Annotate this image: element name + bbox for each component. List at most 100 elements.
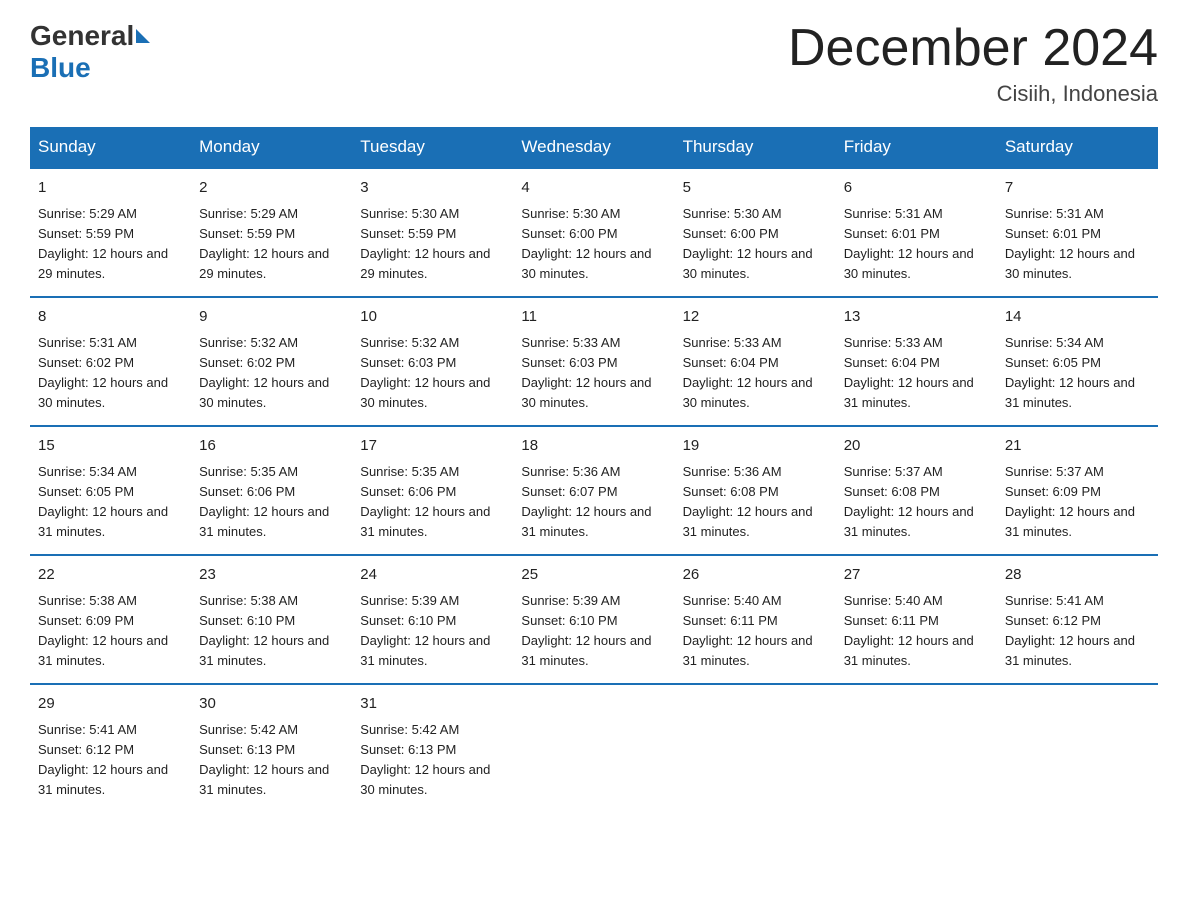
calendar-cell: 2Sunrise: 5:29 AMSunset: 5:59 PMDaylight… — [191, 168, 352, 297]
day-number: 7 — [1005, 177, 1150, 200]
calendar-cell: 21Sunrise: 5:37 AMSunset: 6:09 PMDayligh… — [997, 426, 1158, 555]
logo-general-text: General — [30, 20, 134, 52]
day-info: Sunrise: 5:38 AMSunset: 6:09 PMDaylight:… — [38, 591, 183, 672]
day-info: Sunrise: 5:36 AMSunset: 6:08 PMDaylight:… — [683, 462, 828, 543]
calendar-cell: 23 Sunrise: 5:38 AMSunset: 6:10 PMDayligh… — [191, 555, 352, 684]
day-info: Sunrise: 5:34 AMSunset: 6:05 PMDaylight:… — [1005, 333, 1150, 414]
calendar-cell: 25Sunrise: 5:39 AMSunset: 6:10 PMDayligh… — [513, 555, 674, 684]
calendar-cell: 30 Sunrise: 5:42 AMSunset: 6:13 PMDayligh… — [191, 684, 352, 812]
calendar-week-row: 29 Sunrise: 5:41 AMSunset: 6:12 PMDayligh… — [30, 684, 1158, 812]
calendar-cell — [836, 684, 997, 812]
day-info: Sunrise: 5:41 AMSunset: 6:12 PMDaylight:… — [38, 720, 183, 801]
calendar-cell — [997, 684, 1158, 812]
day-number: 18 — [521, 435, 666, 458]
day-number: 4 — [521, 177, 666, 200]
calendar-cell: 6Sunrise: 5:31 AMSunset: 6:01 PMDaylight… — [836, 168, 997, 297]
day-info: Sunrise: 5:29 AMSunset: 5:59 PMDaylight:… — [38, 204, 183, 285]
day-number: 19 — [683, 435, 828, 458]
calendar-cell: 31 Sunrise: 5:42 AMSunset: 6:13 PMDayligh… — [352, 684, 513, 812]
day-number: 22 — [38, 564, 183, 587]
day-info: Sunrise: 5:31 AMSunset: 6:01 PMDaylight:… — [1005, 204, 1150, 285]
day-info: Sunrise: 5:37 AMSunset: 6:09 PMDaylight:… — [1005, 462, 1150, 543]
page-header: General Blue December 2024 Cisiih, Indon… — [30, 20, 1158, 107]
calendar-cell: 22 Sunrise: 5:38 AMSunset: 6:09 PMDayligh… — [30, 555, 191, 684]
day-info: Sunrise: 5:38 AMSunset: 6:10 PMDaylight:… — [199, 591, 344, 672]
logo: General Blue — [30, 20, 152, 84]
day-info: Sunrise: 5:32 AMSunset: 6:03 PMDaylight:… — [360, 333, 505, 414]
calendar-cell: 20Sunrise: 5:37 AMSunset: 6:08 PMDayligh… — [836, 426, 997, 555]
calendar-cell: 29 Sunrise: 5:41 AMSunset: 6:12 PMDayligh… — [30, 684, 191, 812]
calendar-cell: 10 Sunrise: 5:32 AMSunset: 6:03 PMDayligh… — [352, 297, 513, 426]
header-monday: Monday — [191, 127, 352, 168]
header-sunday: Sunday — [30, 127, 191, 168]
day-info: Sunrise: 5:31 AMSunset: 6:01 PMDaylight:… — [844, 204, 989, 285]
calendar-week-row: 8 Sunrise: 5:31 AMSunset: 6:02 PMDaylight… — [30, 297, 1158, 426]
header-thursday: Thursday — [675, 127, 836, 168]
calendar-week-row: 1 Sunrise: 5:29 AMSunset: 5:59 PMDaylight… — [30, 168, 1158, 297]
header-wednesday: Wednesday — [513, 127, 674, 168]
day-info: Sunrise: 5:29 AMSunset: 5:59 PMDaylight:… — [199, 204, 344, 285]
day-number: 24 — [360, 564, 505, 587]
calendar-week-row: 15 Sunrise: 5:34 AMSunset: 6:05 PMDayligh… — [30, 426, 1158, 555]
day-info: Sunrise: 5:30 AMSunset: 5:59 PMDaylight:… — [360, 204, 505, 285]
day-info: Sunrise: 5:32 AMSunset: 6:02 PMDaylight:… — [199, 333, 344, 414]
calendar-cell: 4 Sunrise: 5:30 AMSunset: 6:00 PMDaylight… — [513, 168, 674, 297]
calendar-cell: 16 Sunrise: 5:35 AMSunset: 6:06 PMDayligh… — [191, 426, 352, 555]
day-info: Sunrise: 5:34 AMSunset: 6:05 PMDaylight:… — [38, 462, 183, 543]
logo-arrow-icon — [136, 29, 150, 43]
calendar-header-row: SundayMondayTuesdayWednesdayThursdayFrid… — [30, 127, 1158, 168]
header-tuesday: Tuesday — [352, 127, 513, 168]
calendar-cell: 1 Sunrise: 5:29 AMSunset: 5:59 PMDaylight… — [30, 168, 191, 297]
day-number: 8 — [38, 306, 183, 329]
day-info: Sunrise: 5:33 AMSunset: 6:04 PMDaylight:… — [683, 333, 828, 414]
day-info: Sunrise: 5:36 AMSunset: 6:07 PMDaylight:… — [521, 462, 666, 543]
day-info: Sunrise: 5:30 AMSunset: 6:00 PMDaylight:… — [683, 204, 828, 285]
calendar-cell: 14 Sunrise: 5:34 AMSunset: 6:05 PMDayligh… — [997, 297, 1158, 426]
day-number: 14 — [1005, 306, 1150, 329]
month-title: December 2024 — [788, 20, 1158, 77]
day-info: Sunrise: 5:39 AMSunset: 6:10 PMDaylight:… — [360, 591, 505, 672]
day-info: Sunrise: 5:39 AMSunset: 6:10 PMDaylight:… — [521, 591, 666, 672]
day-number: 29 — [38, 693, 183, 716]
day-info: Sunrise: 5:41 AMSunset: 6:12 PMDaylight:… — [1005, 591, 1150, 672]
day-info: Sunrise: 5:40 AMSunset: 6:11 PMDaylight:… — [844, 591, 989, 672]
day-number: 13 — [844, 306, 989, 329]
day-number: 17 — [360, 435, 505, 458]
location-label: Cisiih, Indonesia — [788, 81, 1158, 107]
day-number: 10 — [360, 306, 505, 329]
day-number: 1 — [38, 177, 183, 200]
calendar-cell: 5Sunrise: 5:30 AMSunset: 6:00 PMDaylight… — [675, 168, 836, 297]
calendar-cell: 24 Sunrise: 5:39 AMSunset: 6:10 PMDayligh… — [352, 555, 513, 684]
calendar-cell: 13Sunrise: 5:33 AMSunset: 6:04 PMDayligh… — [836, 297, 997, 426]
header-friday: Friday — [836, 127, 997, 168]
day-info: Sunrise: 5:37 AMSunset: 6:08 PMDaylight:… — [844, 462, 989, 543]
day-number: 23 — [199, 564, 344, 587]
calendar-cell: 8 Sunrise: 5:31 AMSunset: 6:02 PMDaylight… — [30, 297, 191, 426]
day-info: Sunrise: 5:42 AMSunset: 6:13 PMDaylight:… — [199, 720, 344, 801]
day-number: 30 — [199, 693, 344, 716]
day-number: 15 — [38, 435, 183, 458]
day-info: Sunrise: 5:42 AMSunset: 6:13 PMDaylight:… — [360, 720, 505, 801]
day-info: Sunrise: 5:35 AMSunset: 6:06 PMDaylight:… — [199, 462, 344, 543]
calendar-cell: 15 Sunrise: 5:34 AMSunset: 6:05 PMDayligh… — [30, 426, 191, 555]
day-number: 26 — [683, 564, 828, 587]
calendar-cell: 9 Sunrise: 5:32 AMSunset: 6:02 PMDaylight… — [191, 297, 352, 426]
calendar-cell — [513, 684, 674, 812]
calendar-table: SundayMondayTuesdayWednesdayThursdayFrid… — [30, 127, 1158, 812]
calendar-cell: 26 Sunrise: 5:40 AMSunset: 6:11 PMDayligh… — [675, 555, 836, 684]
day-number: 11 — [521, 306, 666, 329]
calendar-cell: 11 Sunrise: 5:33 AMSunset: 6:03 PMDayligh… — [513, 297, 674, 426]
day-number: 28 — [1005, 564, 1150, 587]
day-info: Sunrise: 5:31 AMSunset: 6:02 PMDaylight:… — [38, 333, 183, 414]
calendar-cell — [675, 684, 836, 812]
day-number: 9 — [199, 306, 344, 329]
calendar-cell: 7 Sunrise: 5:31 AMSunset: 6:01 PMDaylight… — [997, 168, 1158, 297]
day-number: 16 — [199, 435, 344, 458]
day-info: Sunrise: 5:33 AMSunset: 6:03 PMDaylight:… — [521, 333, 666, 414]
day-info: Sunrise: 5:30 AMSunset: 6:00 PMDaylight:… — [521, 204, 666, 285]
day-info: Sunrise: 5:40 AMSunset: 6:11 PMDaylight:… — [683, 591, 828, 672]
day-number: 12 — [683, 306, 828, 329]
calendar-cell: 27Sunrise: 5:40 AMSunset: 6:11 PMDayligh… — [836, 555, 997, 684]
title-block: December 2024 Cisiih, Indonesia — [788, 20, 1158, 107]
day-number: 31 — [360, 693, 505, 716]
